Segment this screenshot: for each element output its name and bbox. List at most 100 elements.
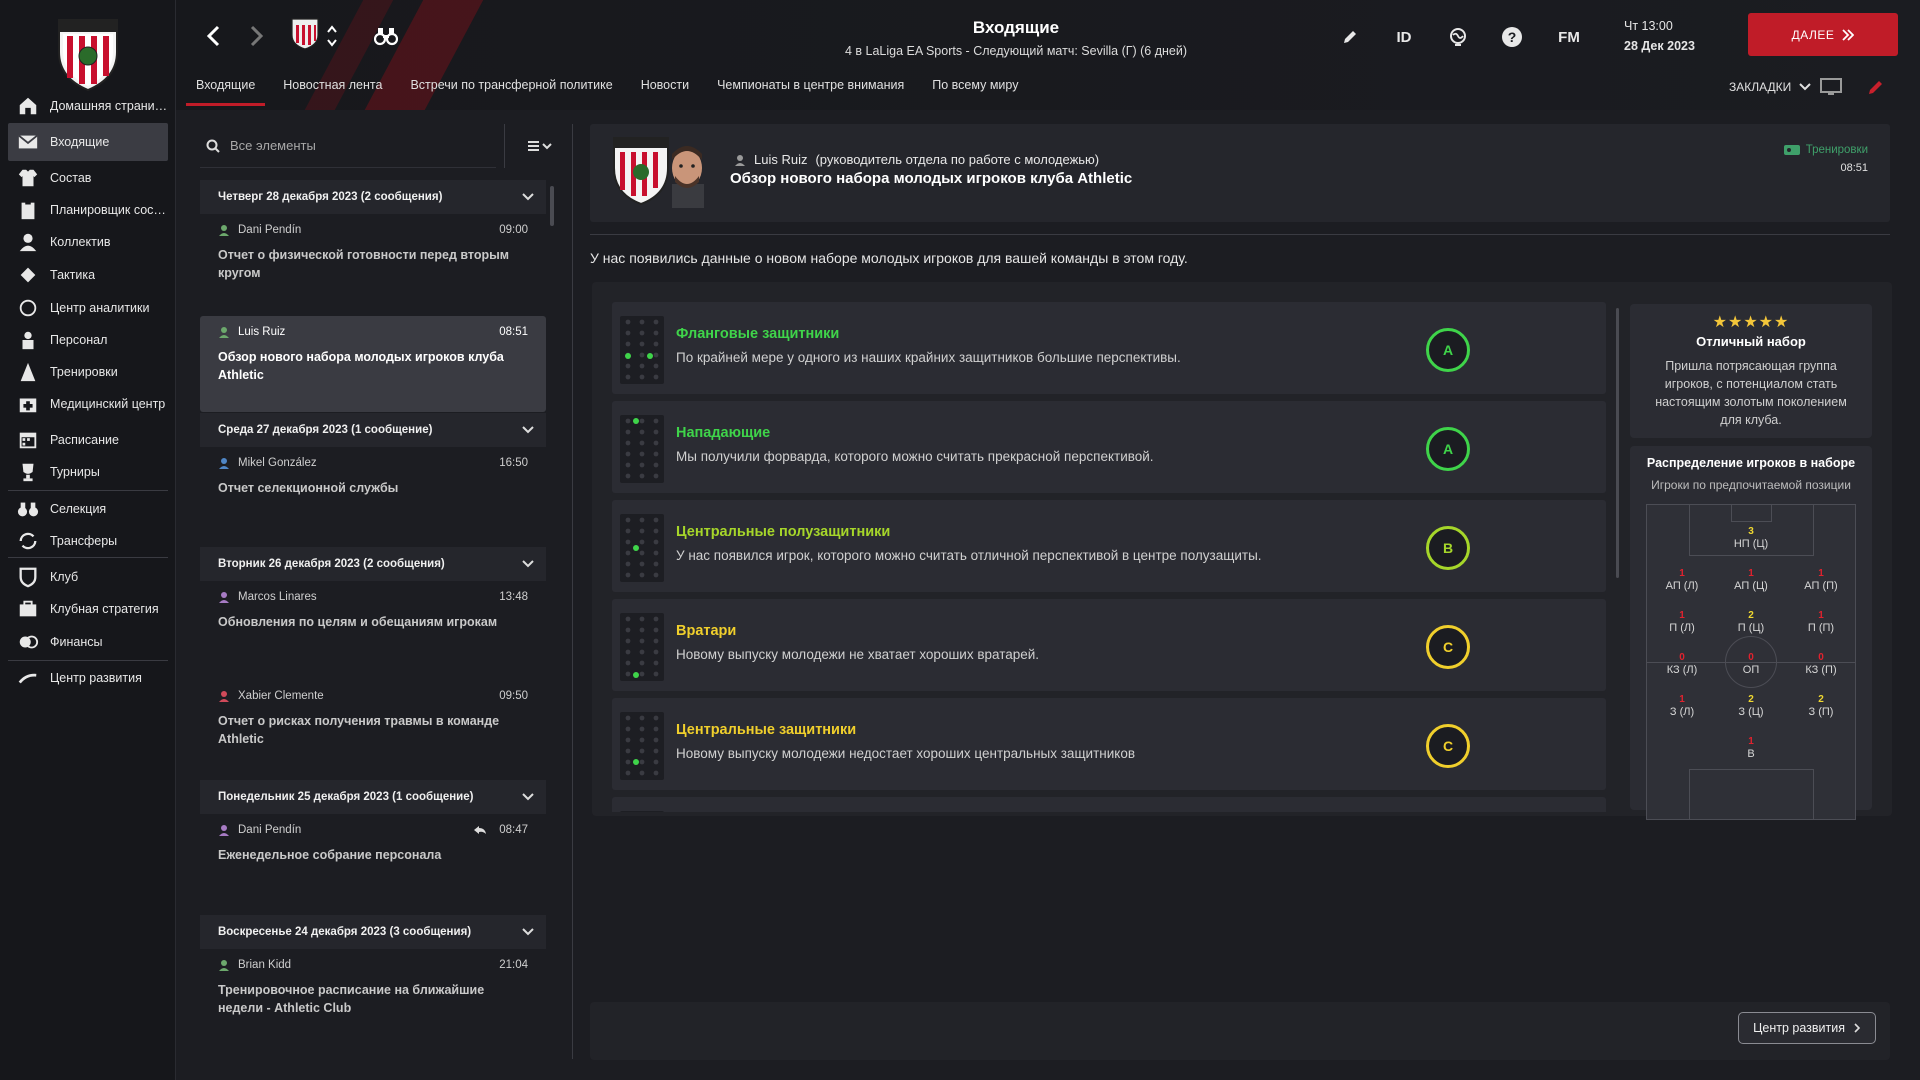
position-row[interactable]: Фланговые защитники По крайней мере у одн…: [612, 302, 1606, 394]
position-row[interactable]: Нападающие Мы получили форварда, которого…: [612, 401, 1606, 493]
club-switch-arrows[interactable]: [324, 22, 340, 50]
summary-description: Пришла потрясающая группа игроков, с пот…: [1655, 359, 1847, 427]
id-button[interactable]: ID: [1390, 24, 1418, 50]
search-placeholder: Все элементы: [230, 138, 316, 153]
position-count-cell[interactable]: 1З (Л): [1647, 693, 1717, 719]
development-centre-button[interactable]: Центр развития: [1738, 1012, 1876, 1044]
position-count-cell[interactable]: 0 ОП: [1716, 651, 1786, 677]
divider: [572, 124, 573, 1059]
position-count-cell[interactable]: 2З (Ц): [1716, 693, 1786, 719]
message-item[interactable]: Brian Kidd 21:04 Тренировочное расписание …: [200, 949, 546, 1029]
sidebar-item-12[interactable]: Турниры: [8, 453, 168, 491]
position-row[interactable]: Центральные защитники Новому выпуску моло…: [612, 698, 1606, 790]
sidebar-item-17[interactable]: Финансы: [8, 623, 168, 661]
position-code: НП (Ц): [1733, 538, 1769, 550]
position-code: АП (Л): [1665, 580, 1699, 592]
grade-badge: A: [1426, 328, 1470, 372]
position-count-cell[interactable]: 1 АП (Ц): [1716, 567, 1786, 593]
position-code: П (Ц): [1737, 622, 1765, 634]
club-crest-logo[interactable]: [53, 12, 123, 92]
distribution-subtitle: Игроки по предпочитаемой позиции: [1651, 478, 1851, 492]
help-button[interactable]: ?: [1498, 24, 1526, 50]
search-box[interactable]: Все элементы: [200, 124, 496, 168]
day-group-header[interactable]: Воскресенье 24 декабря 2023 (3 сообщения…: [200, 915, 546, 949]
pencil-icon: [1344, 31, 1356, 43]
message-item[interactable]: Dani Pendín 09:00 Отчет о физической готов…: [200, 214, 546, 292]
sort-menu-button[interactable]: [520, 134, 560, 158]
position-count-cell[interactable]: 1П (П): [1786, 609, 1856, 635]
divider: [590, 234, 1890, 235]
message-intro: У нас появились данные о новом наборе мо…: [590, 250, 1188, 266]
double-chevron-right-icon: [1842, 28, 1855, 41]
message-time: 21:04: [499, 959, 528, 971]
formation-mini-icon: [620, 712, 664, 780]
message-item[interactable]: Xabier Clemente 09:50 Отчет о рисках получ…: [200, 680, 546, 760]
sidebar-item-10[interactable]: Медицинский центр: [8, 385, 168, 423]
world-button[interactable]: [1444, 24, 1472, 50]
position-row[interactable]: Центральные полузащитники У нас появился …: [612, 500, 1606, 592]
day-group-header[interactable]: Четверг 28 декабря 2023 (2 сообщения): [200, 180, 546, 214]
day-group-label: Воскресенье 24 декабря 2023 (3 сообщения…: [218, 926, 472, 938]
tab-1[interactable]: Входящие: [186, 76, 266, 106]
club-switch-crest[interactable]: [288, 16, 322, 52]
position-count-cell[interactable]: 2П (Ц): [1716, 609, 1786, 635]
category-tag[interactable]: Тренировки: [1783, 144, 1868, 156]
sidebar-item-14[interactable]: Трансферы: [8, 522, 168, 560]
position-code: З (Ц): [1738, 706, 1764, 718]
position-count-cell[interactable]: 2З (П): [1786, 693, 1856, 719]
forward-button[interactable]: [242, 22, 270, 50]
position-row-partial[interactable]: [612, 797, 1606, 812]
sidebar-item-label: Планировщик сост...: [49, 203, 168, 217]
continue-button[interactable]: ДАЛЕЕ: [1748, 13, 1898, 56]
position-code: П (Л): [1669, 622, 1695, 634]
position-count-cell[interactable]: 1В: [1716, 735, 1786, 761]
message-item[interactable]: Dani Pendín 08:47 Еженедельное собрание пе…: [200, 814, 546, 884]
day-group-header[interactable]: Понедельник 25 декабря 2023 (1 сообщение…: [200, 780, 546, 814]
monitor-icon[interactable]: [1819, 78, 1843, 96]
divider: [504, 124, 505, 168]
report-scrollbar[interactable]: [1616, 308, 1619, 578]
position-count: 1: [1748, 736, 1754, 747]
tab-3[interactable]: Встречи по трансферной политике: [400, 76, 622, 106]
bookmarks-button[interactable]: ЗАКЛАДКИ: [1729, 78, 1885, 96]
list-sort-icon: [528, 141, 552, 151]
sender-name[interactable]: Luis Ruiz: [754, 152, 807, 167]
position-count-cell[interactable]: 3 НП (Ц): [1716, 525, 1786, 551]
list-scrollbar[interactable]: [550, 186, 554, 226]
rating-stars-icon: ★★★★★: [1712, 314, 1790, 331]
position-count-cell[interactable]: 0 КЗ (Л): [1647, 651, 1717, 677]
back-button[interactable]: [200, 22, 228, 50]
category-label: Тренировки: [1805, 144, 1868, 156]
tab-6[interactable]: По всему миру: [922, 76, 1028, 106]
tab-5[interactable]: Чемпионаты в центре внимания: [707, 76, 914, 106]
message-item[interactable]: Marcos Linares 13:48 Обновления по целям и…: [200, 581, 546, 651]
sidebar-item-18[interactable]: Центр развития: [8, 659, 168, 697]
position-count-cell[interactable]: 1 АП (П): [1786, 567, 1856, 593]
day-group-header[interactable]: Среда 27 декабря 2023 (1 сообщение): [200, 413, 546, 447]
tab-2[interactable]: Новостная лента: [273, 76, 392, 106]
message-item[interactable]: Mikel González 16:50 Отчет селекционной сл…: [200, 447, 546, 517]
position-count-cell[interactable]: 1 АП (Л): [1647, 567, 1717, 593]
sidebar-item-label: Расписание: [50, 433, 119, 447]
game-date: 28 Дек 2023: [1624, 39, 1695, 53]
search-scout-button[interactable]: [372, 22, 400, 50]
position-row[interactable]: Вратари Новому выпуску молодежи не хватае…: [612, 599, 1606, 691]
sidebar-item-1[interactable]: Домашняя страница: [8, 87, 168, 125]
position-count-cell[interactable]: 0 КЗ (П): [1786, 651, 1856, 677]
position-count: 1: [1748, 568, 1754, 579]
sidebar: Домашняя страница Входящие Состав Планировщ…: [0, 0, 176, 1080]
edit-button[interactable]: [1336, 24, 1364, 50]
message-item[interactable]: Luis Ruiz 08:51 Обзор нового набора молоды…: [200, 316, 546, 412]
club-crest-icon: [291, 18, 319, 50]
day-group-header[interactable]: Вторник 26 декабря 2023 (2 сообщения): [200, 547, 546, 581]
fm-menu-button[interactable]: FM: [1552, 24, 1586, 50]
position-count: 1: [1818, 568, 1824, 579]
sidebar-item-2[interactable]: Входящие: [8, 123, 168, 161]
message-time: 09:50: [499, 690, 528, 702]
tab-4[interactable]: Новости: [631, 76, 699, 106]
page-title: Входящие: [972, 18, 1060, 37]
message-panel: Luis Ruiz (руководитель отдела по работе…: [590, 124, 1892, 1060]
position-count-cell[interactable]: 1П (Л): [1647, 609, 1717, 635]
bookmarks-label: ЗАКЛАДКИ: [1729, 80, 1792, 94]
pencil-red-icon[interactable]: [1867, 78, 1885, 96]
